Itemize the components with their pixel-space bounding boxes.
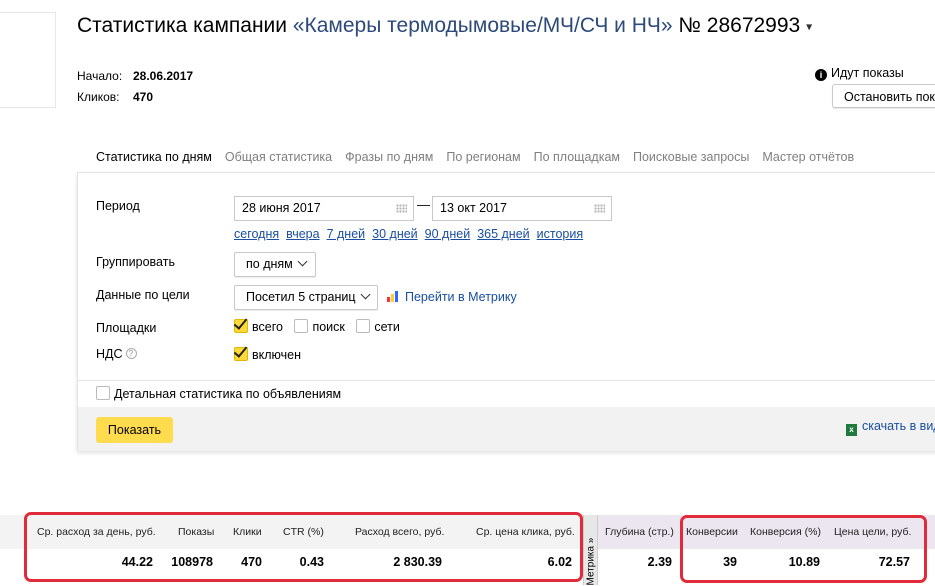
download-link[interactable]: скачать в виде: [862, 419, 935, 433]
status-text: Идут показы: [831, 66, 904, 80]
date-separator: —: [417, 197, 430, 212]
vat-label-wrap: НДС?: [96, 347, 137, 361]
group-select-value: по дням: [246, 257, 293, 271]
title-prefix: Статистика кампании: [77, 14, 287, 37]
vat-label: НДС: [96, 347, 123, 361]
link-history[interactable]: история: [537, 227, 583, 241]
date-from-input[interactable]: 28 июня 2017: [234, 196, 414, 221]
campaign-number: № 28672993: [678, 14, 801, 37]
calendar-icon[interactable]: [594, 204, 605, 213]
date-to-value: 13 окт 2017: [440, 201, 507, 215]
checkbox-vat[interactable]: [234, 347, 248, 361]
checkbox-all-label: всего: [252, 320, 283, 334]
date-from-value: 28 июня 2017: [242, 201, 321, 215]
checkbox-vat-label: включен: [252, 348, 302, 362]
places-label: Площадки: [96, 321, 157, 335]
checkbox-detail[interactable]: [96, 386, 110, 400]
places-options: всего поиск сети: [234, 319, 400, 334]
metrika-icon: [387, 291, 398, 302]
metrika-link[interactable]: Перейти в Метрику: [405, 290, 517, 304]
group-label: Группировать: [96, 255, 175, 269]
value-depth: 2.39: [647, 555, 672, 569]
goal-select[interactable]: Посетил 5 страниц: [234, 285, 378, 310]
calendar-icon[interactable]: [396, 204, 407, 213]
detail-option: Детальная статистика по объявлениям: [96, 386, 341, 401]
goal-select-value: Посетил 5 страниц: [246, 290, 356, 304]
checkbox-networks-label: сети: [374, 320, 400, 334]
caret-down-icon[interactable]: ▾: [806, 19, 812, 33]
metrika-strip-label: Метрика »: [585, 537, 597, 586]
chevron-down-icon: [297, 256, 308, 267]
start-label: Начало:: [77, 69, 123, 83]
divider: [78, 380, 935, 381]
checkbox-all[interactable]: [234, 319, 248, 333]
info-icon: i: [815, 69, 827, 81]
start-value: 28.06.2017: [133, 69, 194, 83]
clicks-label: Кликов:: [77, 90, 120, 104]
link-90-days[interactable]: 90 дней: [425, 227, 471, 241]
quick-period-links: сегодня вчера 7 дней 30 дней 90 дней 365 дней…: [234, 227, 590, 241]
link-7-days[interactable]: 7 дней: [327, 227, 366, 241]
metrika-link-wrap[interactable]: Перейти в Метрику: [387, 290, 524, 304]
status-indicator: i Идут показы: [815, 66, 904, 81]
highlight-frame-main: [24, 512, 583, 582]
clicks-value: 470: [133, 90, 154, 104]
checkbox-detail-label: Детальная статистика по объявлениям: [114, 387, 342, 401]
download-link-wrap[interactable]: x скачать в виде: [846, 419, 935, 436]
campaign-name[interactable]: «Камеры термодымовые/МЧ/СЧ и НЧ»: [293, 14, 673, 37]
metrika-collapse-strip[interactable]: Метрика »: [583, 515, 598, 586]
checkbox-search-label: поиск: [312, 320, 345, 334]
filter-panel-footer: [78, 407, 935, 451]
help-icon[interactable]: ?: [125, 348, 137, 359]
chevron-down-icon: [360, 289, 370, 300]
vat-option: включен: [234, 347, 301, 362]
logo-area: [0, 12, 56, 108]
link-today[interactable]: сегодня: [234, 227, 279, 241]
show-button[interactable]: Показать: [96, 417, 173, 443]
excel-icon: x: [846, 424, 857, 436]
stop-button[interactable]: Остановить пока: [832, 84, 935, 108]
goal-label: Данные по цели: [96, 288, 190, 302]
period-label: Период: [96, 199, 140, 213]
link-30-days[interactable]: 30 дней: [372, 227, 418, 241]
link-yesterday[interactable]: вчера: [286, 227, 319, 241]
highlight-frame-conversions: [680, 515, 927, 583]
checkbox-networks[interactable]: [356, 319, 371, 333]
group-select[interactable]: по дням: [234, 252, 316, 277]
page-title: Статистика кампании «Камеры термодымовые…: [77, 14, 812, 38]
link-365-days[interactable]: 365 дней: [477, 227, 529, 241]
checkbox-search[interactable]: [294, 319, 309, 333]
date-to-input[interactable]: 13 окт 2017: [432, 196, 612, 221]
header-depth[interactable]: Глубина (стр.): [605, 526, 674, 538]
